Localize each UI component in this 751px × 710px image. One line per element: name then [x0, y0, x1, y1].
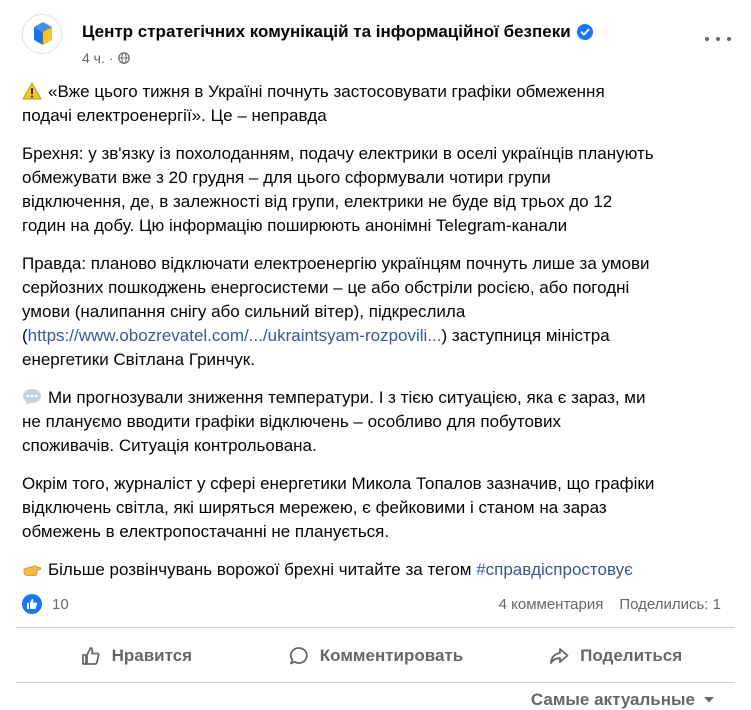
likes-count[interactable]: 10 — [52, 596, 69, 613]
post-stats: 10 4 комментария Поделились: 1 — [22, 592, 721, 616]
more-options-button[interactable] — [705, 32, 731, 46]
verified-badge-icon — [576, 24, 593, 40]
post-meta: 4 ч. · — [82, 50, 130, 66]
thumbs-up-icon — [81, 647, 100, 665]
caret-down-icon — [704, 697, 714, 703]
post-paragraph: Ми прогнозували зниження температури. І … — [22, 386, 732, 458]
more-dot-icon — [705, 37, 709, 41]
post-paragraph: Більше розвінчувань ворожої брехні читай… — [22, 558, 732, 582]
share-icon — [550, 648, 569, 664]
share-button[interactable]: Поделиться — [495, 636, 735, 676]
divider — [16, 682, 735, 683]
paragraph-text: Ми прогнозували зниження температури. І … — [22, 388, 646, 455]
paragraph-text: «Вже цього тижня в Україні почнуть засто… — [22, 82, 605, 125]
like-label: Нравится — [111, 646, 193, 665]
warning-icon — [22, 82, 42, 100]
sort-label: Самые актуальные — [530, 690, 695, 709]
meta-separator: · — [108, 50, 114, 66]
comment-label: Комментировать — [319, 646, 464, 665]
source-link[interactable]: https://www.obozrevatel.com/.../ukraints… — [28, 326, 442, 345]
more-dot-icon — [727, 37, 731, 41]
hashtag-link[interactable]: #справдіспростовує — [476, 560, 633, 579]
page-avatar[interactable] — [22, 14, 62, 54]
post-header: Центр стратегічних комунікацій та інформ… — [22, 14, 735, 72]
globe-icon[interactable] — [117, 52, 130, 64]
comment-sort-dropdown[interactable]: Самые актуальные — [531, 690, 715, 710]
post-body: «Вже цього тижня в Україні почнуть засто… — [22, 80, 732, 596]
post-author[interactable]: Центр стратегічних комунікацій та інформ… — [82, 22, 571, 42]
comment-button[interactable]: Комментировать — [256, 636, 496, 676]
comment-icon — [289, 647, 308, 665]
shares-count[interactable]: Поделились: 1 — [619, 596, 721, 613]
ukraine-flag-logo-icon — [23, 15, 61, 53]
post-paragraph: Правда: планово відключати електроенергі… — [22, 252, 732, 372]
comments-count[interactable]: 4 комментария — [499, 596, 604, 613]
like-button[interactable]: Нравится — [16, 636, 256, 676]
post-paragraph: «Вже цього тижня в Україні почнуть засто… — [22, 80, 732, 128]
speech-balloon-icon — [23, 389, 41, 405]
share-label: Поделиться — [580, 646, 683, 665]
post-actions: Нравится Комментировать Поделиться — [16, 636, 735, 676]
post-paragraph: Окрім того, журналіст у сфері енергетики… — [22, 474, 655, 541]
more-dot-icon — [716, 37, 720, 41]
like-reaction-icon[interactable] — [22, 594, 42, 614]
post-paragraph: Брехня: у зв'язку із похолоданням, подач… — [22, 144, 654, 235]
divider — [16, 627, 735, 628]
pointing-hand-icon — [23, 565, 42, 576]
thumbs-up-icon — [27, 599, 38, 609]
post-timestamp[interactable]: 4 ч. — [82, 50, 105, 66]
paragraph-text: Більше розвінчувань ворожої брехні читай… — [48, 560, 477, 579]
